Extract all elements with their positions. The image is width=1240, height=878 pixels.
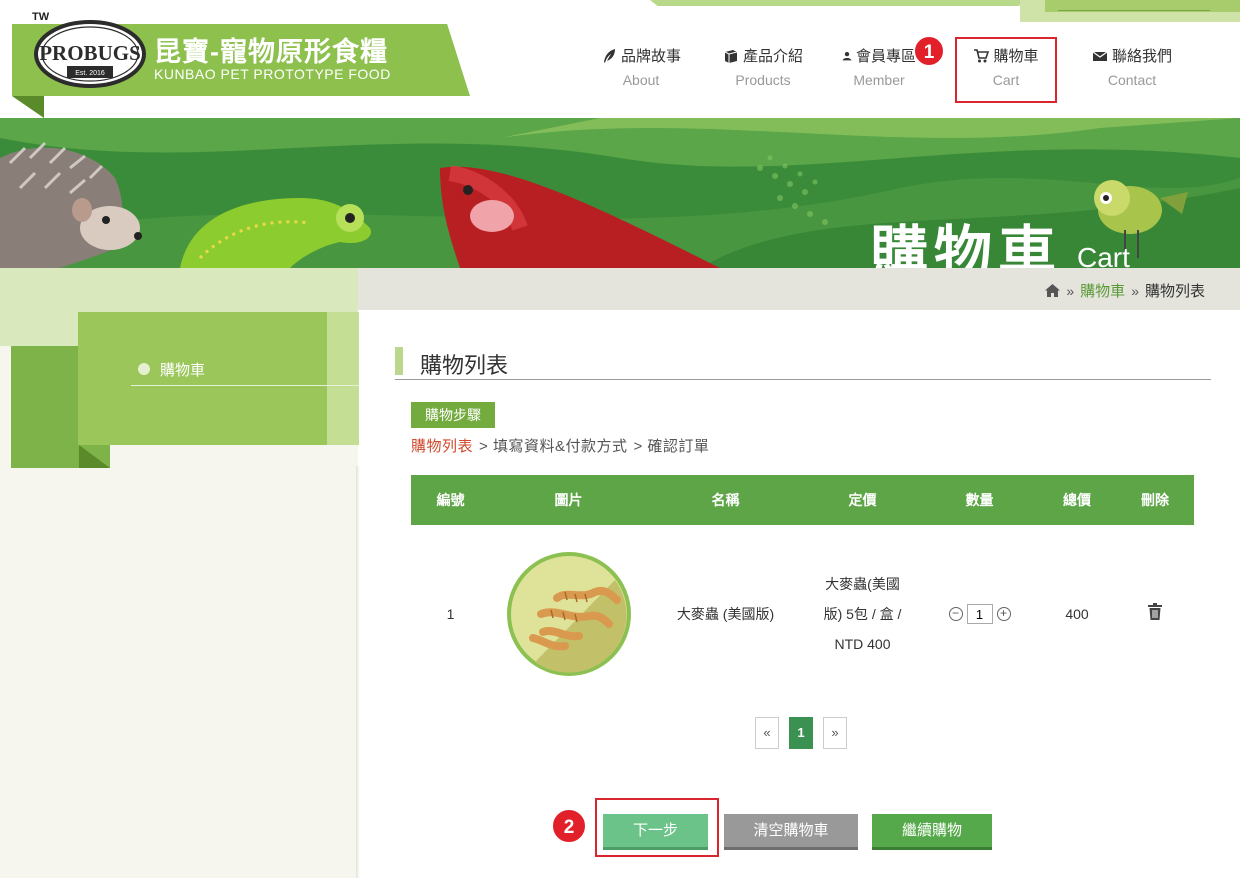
- clear-cart-button[interactable]: 清空購物車: [724, 814, 858, 847]
- step-item: > 確認訂單: [633, 438, 710, 455]
- steps-badge: 購物步驟: [411, 402, 495, 428]
- step-item: > 填寫資料&付款方式: [479, 438, 628, 455]
- quantity-input[interactable]: [966, 604, 993, 624]
- checkout-steps: 購物列表 > 填寫資料&付款方式 > 確認訂單: [411, 435, 709, 456]
- breadcrumb-separator-icon: »: [1066, 282, 1075, 299]
- nav-label: 會員專區: [855, 48, 916, 65]
- nav-sublabel: Member: [853, 72, 905, 88]
- cell-number: 1: [446, 606, 455, 622]
- step-current: 購物列表: [411, 438, 474, 455]
- nav-label: 產品介紹: [742, 48, 803, 65]
- home-icon[interactable]: [1045, 284, 1061, 297]
- pagination-page[interactable]: 1: [789, 717, 813, 749]
- brand-name-en: KUNBAO PET PROTOTYPE FOOD: [154, 66, 391, 82]
- breadcrumb-separator-icon: »: [1131, 282, 1139, 299]
- cell-total: 400: [1065, 606, 1089, 622]
- nav-label: 品牌故事: [620, 48, 681, 65]
- cell-quantity: − +: [921, 604, 1038, 624]
- product-image[interactable]: [505, 550, 633, 678]
- breadcrumb-current: 購物列表: [1144, 283, 1205, 300]
- pagination-next[interactable]: »: [823, 717, 847, 749]
- page-root: TW PROBUGS Est. 2016 昆寶-寵物原形食糧 KUNBAO PE…: [0, 0, 1240, 878]
- continue-shopping-button[interactable]: 繼續購物: [872, 814, 992, 847]
- logo-badge-text: PROBUGS: [39, 41, 141, 65]
- user-icon: [842, 51, 852, 60]
- cart-highlight-box: [955, 37, 1057, 103]
- nav-sublabel: About: [622, 72, 660, 88]
- logo-badge-est: Est. 2016: [75, 70, 105, 77]
- pagination-prev[interactable]: «: [755, 717, 779, 749]
- plus-icon[interactable]: +: [996, 607, 1011, 621]
- sidebar-item-cart[interactable]: 購物車: [131, 353, 359, 386]
- logo-band-fold: [12, 96, 44, 118]
- sidebar-item-label: 購物車: [160, 361, 206, 379]
- banner-subtitle: Cart: [1077, 242, 1130, 268]
- cell-name: 大麥蟲 (美國版): [676, 606, 775, 622]
- column-header: 刪除: [1141, 492, 1169, 508]
- table-row: 1 大麥蟲 (美國版) 大麥蟲(美國版) 5包 / 盒 / NTD 400 − …: [411, 525, 1194, 703]
- header-decoration-line: [1058, 10, 1210, 11]
- annotation-marker-2: 2: [551, 808, 587, 844]
- column-header: 編號: [436, 492, 465, 508]
- column-header: 圖片: [554, 492, 583, 508]
- site-header: TW PROBUGS Est. 2016 昆寶-寵物原形食糧 KUNBAO PE…: [0, 0, 1240, 118]
- nav-sublabel: Contact: [1107, 72, 1157, 88]
- cell-image: [490, 550, 647, 678]
- mail-icon: [1092, 51, 1108, 61]
- column-header: 總價: [1063, 492, 1091, 508]
- column-header: 名稱: [711, 492, 740, 508]
- column-header: 數量: [965, 492, 994, 508]
- price-text: 大麥蟲(美國版) 5包 / 盒 / NTD 400: [823, 576, 902, 652]
- sidebar-shadow: [356, 466, 360, 878]
- breadcrumb-bar: » 購物車 » 購物列表: [358, 268, 1240, 310]
- probugs-logo[interactable]: PROBUGS Est. 2016: [34, 20, 146, 88]
- trash-icon[interactable]: [1148, 602, 1162, 620]
- banner-title: 購物車: [870, 221, 1063, 268]
- box-icon: [724, 49, 738, 63]
- pagination: « 1 »: [755, 717, 847, 749]
- column-header: 定價: [848, 492, 877, 508]
- cell-delete: [1116, 602, 1194, 620]
- cell-price: 大麥蟲(美國版) 5包 / 盒 / NTD 400: [804, 569, 921, 659]
- breadcrumb: » 購物車 » 購物列表: [1045, 280, 1205, 301]
- feather-icon: [603, 48, 615, 63]
- cart-table-header: 編號 圖片 名稱 定價 數量 總價 刪除: [411, 475, 1194, 525]
- brand-name-zh: 昆寶-寵物原形食糧: [154, 37, 388, 67]
- nav-item-contact[interactable]: 聯絡我們 Contact: [1084, 45, 1180, 88]
- hero-banner: 購物車 Cart: [0, 118, 1240, 268]
- bullet-icon: [138, 363, 150, 375]
- minus-icon[interactable]: −: [948, 607, 963, 621]
- page-title: 購物列表: [420, 353, 509, 378]
- breadcrumb-link-cart[interactable]: 購物車: [1080, 280, 1125, 301]
- page-title-block: 購物列表: [395, 345, 1211, 380]
- quantity-stepper: − +: [948, 604, 1011, 624]
- nav-item-products[interactable]: 產品介紹 Products: [718, 45, 808, 88]
- title-accent-bar: [395, 347, 403, 375]
- next-step-button[interactable]: 下一步: [603, 814, 708, 847]
- annotation-marker-1: 1: [913, 35, 945, 67]
- nav-sublabel: Products: [735, 72, 791, 88]
- nav-label: 聯絡我們: [1111, 48, 1172, 65]
- header-decoration: [650, 0, 1030, 6]
- nav-item-about[interactable]: 品牌故事 About: [596, 45, 686, 88]
